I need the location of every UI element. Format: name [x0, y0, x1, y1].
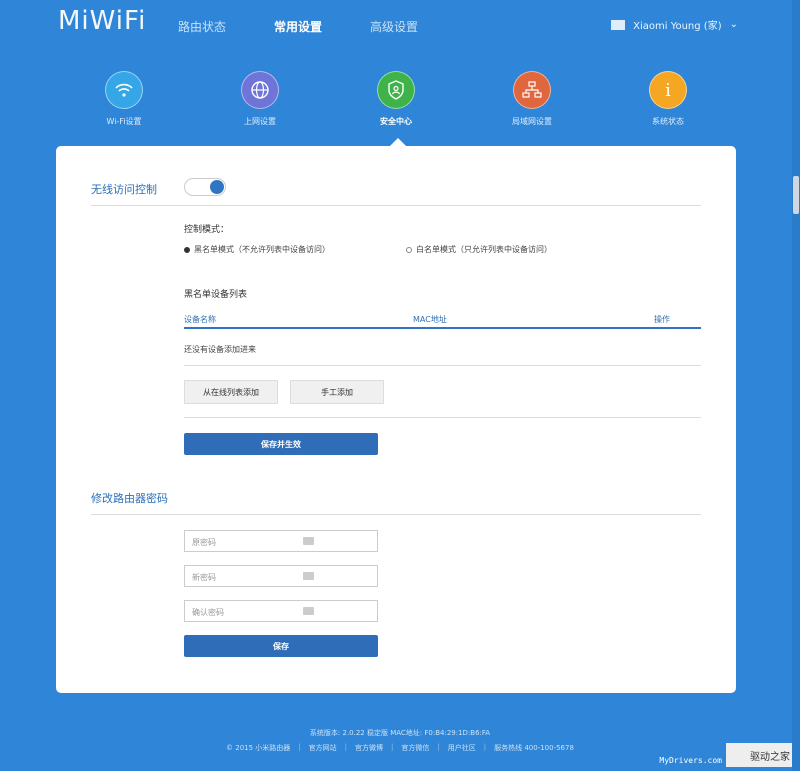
content-panel: 无线访问控制 控制模式： 黑名单模式（不允许列表中设备访问） 白名单模式（只允许…	[56, 146, 736, 693]
tab-label: 上网设置	[244, 117, 276, 126]
nav-common-settings[interactable]: 常用设置	[274, 18, 322, 35]
change-password-title: 修改路由器密码	[91, 492, 168, 505]
tab-security-center[interactable]: 安全中心	[346, 71, 446, 127]
footer-separator: |	[437, 743, 440, 751]
blacklist-mode-label: 黑名单模式（不允许列表中设备访问）	[194, 245, 330, 254]
col-mac-address: MAC地址	[413, 315, 447, 324]
footer-hotline: 服务热线 400-100-5678	[494, 744, 574, 752]
footer-link-website[interactable]: 官方网站	[309, 743, 337, 753]
keyboard-icon[interactable]	[303, 607, 314, 615]
divider	[184, 365, 701, 366]
whitelist-mode-radio[interactable]: 白名单模式（只允许列表中设备访问）	[406, 244, 552, 255]
wireless-access-toggle[interactable]	[184, 178, 226, 196]
tab-wifi-settings[interactable]: Wi-Fi设置	[74, 71, 174, 127]
new-password-placeholder: 新密码	[192, 573, 216, 582]
globe-icon	[241, 71, 279, 109]
add-manual-button[interactable]: 手工添加	[290, 380, 384, 404]
footer-separator: |	[483, 743, 487, 751]
nav-advanced-settings[interactable]: 高级设置	[370, 18, 418, 35]
divider	[184, 417, 701, 418]
tab-label: 系统状态	[652, 117, 684, 126]
nav-router-status[interactable]: 路由状态	[178, 18, 226, 35]
blacklist-title: 黑名单设备列表	[184, 290, 248, 300]
tab-internet-settings[interactable]: 上网设置	[210, 71, 310, 127]
toggle-knob	[210, 180, 224, 194]
keyboard-icon[interactable]	[303, 572, 314, 580]
wifi-icon	[105, 71, 143, 109]
col-device-name: 设备名称	[184, 315, 216, 324]
footer-link-wechat[interactable]: 官方微信	[401, 743, 429, 753]
wireless-access-control-title: 无线访问控制	[91, 183, 157, 196]
shield-icon	[377, 71, 415, 109]
info-icon: i	[649, 71, 687, 109]
old-password-field[interactable]: 原密码	[184, 530, 378, 552]
chevron-down-icon[interactable]: ⌄	[730, 19, 738, 30]
control-mode-label: 控制模式：	[184, 225, 230, 235]
divider	[91, 205, 701, 206]
footer-separator: |	[391, 743, 394, 751]
new-password-field[interactable]: 新密码	[184, 565, 378, 587]
footer-system-info: 系统版本: 2.0.22 稳定版 MAC地址: F0:B4:29:1D:B6:F…	[309, 729, 491, 737]
tab-label: Wi-Fi设置	[106, 117, 142, 126]
top-nav: 路由状态 常用设置 高级设置	[178, 18, 418, 35]
divider	[91, 514, 701, 515]
tab-label: 局域网设置	[512, 117, 552, 126]
footer-links: © 2015 小米路由器 | 官方网站 | 官方微博 | 官方微信 | 用户社区 | 服务…	[0, 743, 800, 753]
col-action: 操作	[654, 315, 670, 324]
footer-separator: |	[344, 743, 348, 751]
scrollbar-thumb[interactable]	[793, 176, 799, 214]
watermark-logo: 驱动之家	[726, 743, 792, 767]
network-icon	[513, 71, 551, 109]
settings-icon-row: Wi-Fi设置 上网设置 安全中心 局域网设置 i 系统状态	[0, 71, 800, 131]
tab-label: 安全中心	[380, 117, 412, 126]
footer-link-community[interactable]: 用户社区	[448, 743, 476, 753]
watermark-url: MyDrivers.com	[659, 756, 722, 765]
old-password-placeholder: 原密码	[192, 538, 216, 547]
footer-link-weibo[interactable]: 官方微博	[355, 743, 383, 753]
footer-separator: |	[298, 743, 301, 751]
tab-lan-settings[interactable]: 局域网设置	[482, 71, 582, 127]
miwifi-logo: MiWiFi	[58, 6, 147, 36]
tab-system-status[interactable]: i 系统状态	[618, 71, 718, 127]
save-password-button[interactable]: 保存	[184, 635, 378, 657]
confirm-password-placeholder: 确认密码	[192, 608, 224, 617]
save-apply-button[interactable]: 保存并生效	[184, 433, 378, 455]
radio-selected[interactable]	[184, 246, 190, 253]
radio-unselected[interactable]	[406, 246, 412, 253]
whitelist-mode-label: 白名单模式（只允许列表中设备访问）	[416, 245, 552, 254]
active-tab-pointer	[390, 138, 406, 146]
empty-list-text: 还没有设备添加进来	[184, 345, 256, 354]
table-header-line	[184, 327, 701, 329]
blacklist-mode-radio[interactable]: 黑名单模式（不允许列表中设备访问）	[184, 244, 330, 255]
mail-icon[interactable]	[611, 19, 626, 30]
confirm-password-field[interactable]: 确认密码	[184, 600, 378, 622]
user-menu[interactable]: Xiaomi Young (家) ⌄	[611, 17, 738, 32]
add-from-online-button[interactable]: 从在线列表添加	[184, 380, 278, 404]
user-name[interactable]: Xiaomi Young (家)	[633, 17, 721, 32]
footer-copyright: © 2015 小米路由器	[226, 744, 291, 752]
keyboard-icon[interactable]	[303, 537, 314, 545]
